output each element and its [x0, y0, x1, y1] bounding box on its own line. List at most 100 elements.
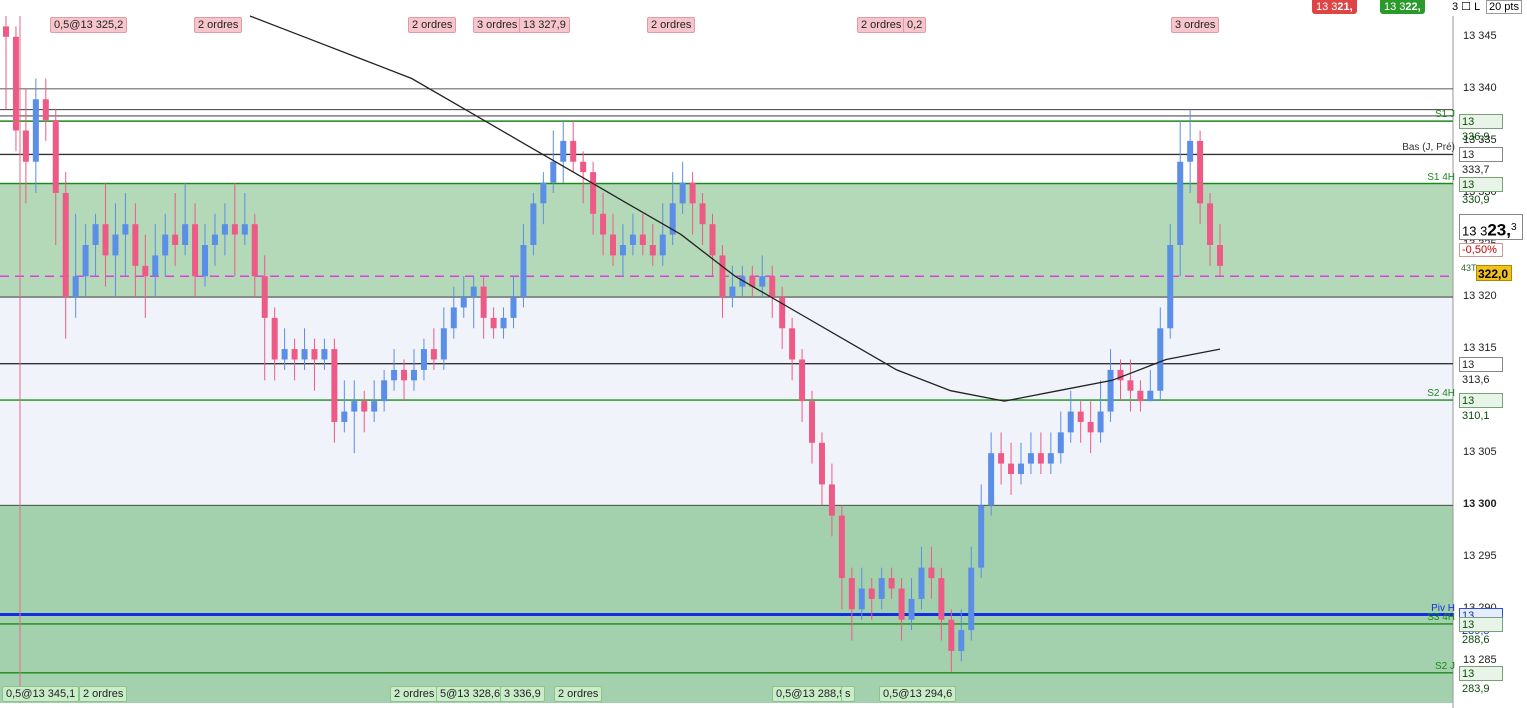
top-order-tag-7[interactable]: 0,2: [903, 17, 927, 33]
candle-body-64: [639, 234, 646, 245]
level-price-box-6: 13 288,6: [1459, 616, 1503, 646]
bottom-order-tag-2[interactable]: 2 ordres: [390, 686, 439, 702]
y-tick-8: 13 305: [1463, 446, 1497, 459]
candle-body-10: [102, 224, 109, 256]
bottom-order-tag-4[interactable]: 3 336,9: [500, 686, 545, 702]
candle-body-45: [450, 307, 457, 329]
points-selector[interactable]: 20 pts: [1486, 0, 1522, 14]
candle-body-52: [520, 245, 527, 298]
candle-body-35: [351, 401, 358, 412]
candle-body-27: [271, 317, 278, 360]
bottom-order-tag-0[interactable]: 0,5@13 345,1: [2, 686, 80, 702]
candle-body-122: [1217, 245, 1223, 266]
bottom-order-tag-5[interactable]: 2 ordres: [554, 686, 603, 702]
candle-body-29: [291, 349, 298, 360]
candle-body-76: [759, 276, 766, 287]
candle-body-7: [72, 276, 79, 298]
candle-body-108: [1077, 411, 1084, 422]
top-order-tag-3[interactable]: 3 ordres: [473, 17, 522, 33]
bottom-order-tag-6[interactable]: 0,5@13 288,9: [772, 686, 850, 702]
candle-body-12: [122, 224, 129, 235]
candle-body-15: [152, 255, 159, 277]
ask-label: 43T: [1461, 263, 1477, 273]
price-chart[interactable]: [0, 0, 1527, 708]
current-price-big: 23,: [1487, 220, 1511, 240]
lot-indicator[interactable]: 3 ☐ L: [1452, 0, 1480, 13]
candle-body-100: [998, 453, 1005, 464]
candle-body-56: [560, 140, 567, 162]
candle-body-22: [221, 224, 228, 235]
zone-mid: [0, 297, 1453, 506]
candle-body-73: [729, 286, 736, 298]
bottom-order-tag-7[interactable]: s: [841, 686, 855, 702]
candle-body-90: [898, 588, 905, 620]
candle-body-96: [958, 630, 965, 651]
candle-body-20: [202, 245, 209, 277]
candle-body-72: [719, 255, 726, 298]
candle-body-28: [281, 349, 288, 360]
candle-body-71: [709, 224, 716, 256]
candle-body-94: [938, 578, 945, 620]
y-tick-12: 13 285: [1463, 654, 1497, 667]
top-order-tag-8[interactable]: 3 ordres: [1171, 17, 1220, 33]
level-price-box-3: 13 313,6: [1459, 356, 1503, 386]
top-order-tag-2[interactable]: 2 ordres: [408, 17, 457, 33]
candle-body-110: [1097, 411, 1104, 433]
candle-body-49: [490, 317, 497, 329]
buy-price-pill[interactable]: 13 322,: [1380, 0, 1425, 14]
y-tick-9: 13 300: [1463, 498, 1497, 511]
candle-body-107: [1067, 411, 1074, 433]
candle-body-16: [162, 234, 169, 256]
candle-body-46: [460, 297, 467, 308]
candle-body-42: [420, 349, 427, 370]
top-toolbar: 13 321, 13 322, 3 ☐ L 20 pts: [1230, 0, 1527, 16]
candle-body-98: [978, 505, 985, 568]
candle-body-104: [1037, 453, 1044, 464]
top-order-tag-0[interactable]: 0,5@13 325,2: [50, 17, 128, 33]
candle-body-33: [331, 349, 338, 422]
candle-body-61: [610, 234, 616, 256]
candle-body-82: [818, 442, 825, 485]
top-order-tag-5[interactable]: 2 ordres: [647, 17, 696, 33]
candle-body-119: [1187, 140, 1194, 162]
current-price-box: 13 323,3: [1459, 214, 1523, 240]
candle-body-120: [1197, 140, 1204, 204]
candle-body-36: [361, 401, 368, 412]
bottom-order-tag-1[interactable]: 2 ordres: [79, 686, 128, 702]
candle-body-60: [600, 213, 607, 235]
level-price-box-7: 13 283,9: [1459, 665, 1503, 695]
level-price-box-2: 13 330,9: [1459, 176, 1503, 206]
bottom-order-tag-3[interactable]: 5@13 328,6: [436, 686, 505, 702]
candle-body-77: [769, 276, 776, 298]
candle-body-70: [699, 203, 706, 225]
candle-body-115: [1147, 390, 1154, 402]
top-order-tag-6[interactable]: 2 ordres: [857, 17, 906, 33]
bottom-order-tag-8[interactable]: 0,5@13 294,6: [879, 686, 957, 702]
candle-body-24: [241, 224, 248, 235]
level-name-1: Bas (J, Pré): [1402, 142, 1455, 154]
sell-price-pill[interactable]: 13 321,: [1312, 0, 1357, 14]
top-order-tag-1[interactable]: 2 ordres: [194, 17, 243, 33]
candle-body-117: [1167, 245, 1174, 329]
candle-body-39: [391, 369, 398, 381]
candle-body-111: [1107, 369, 1114, 412]
candle-body-62: [619, 245, 626, 256]
candle-body-11: [112, 234, 119, 256]
candle-body-103: [1027, 453, 1034, 464]
candle-body-43: [430, 349, 437, 360]
candle-body-81: [809, 401, 816, 443]
candle-body-6: [62, 192, 69, 298]
candle-body-17: [172, 234, 179, 245]
candle-body-121: [1207, 203, 1214, 245]
candle-body-50: [500, 317, 507, 329]
candle-body-18: [182, 224, 189, 245]
level-price-box-1: 13 333,7: [1459, 147, 1503, 176]
candle-body-13: [132, 224, 139, 266]
candle-body-118: [1177, 161, 1184, 245]
candle-body-102: [1017, 463, 1024, 474]
candle-body-63: [629, 234, 636, 245]
candle-body-23: [231, 224, 238, 235]
y-tick-5: 13 320: [1463, 290, 1497, 303]
top-order-tag-4[interactable]: 13 327,9: [519, 17, 570, 33]
candle-body-55: [550, 161, 557, 183]
